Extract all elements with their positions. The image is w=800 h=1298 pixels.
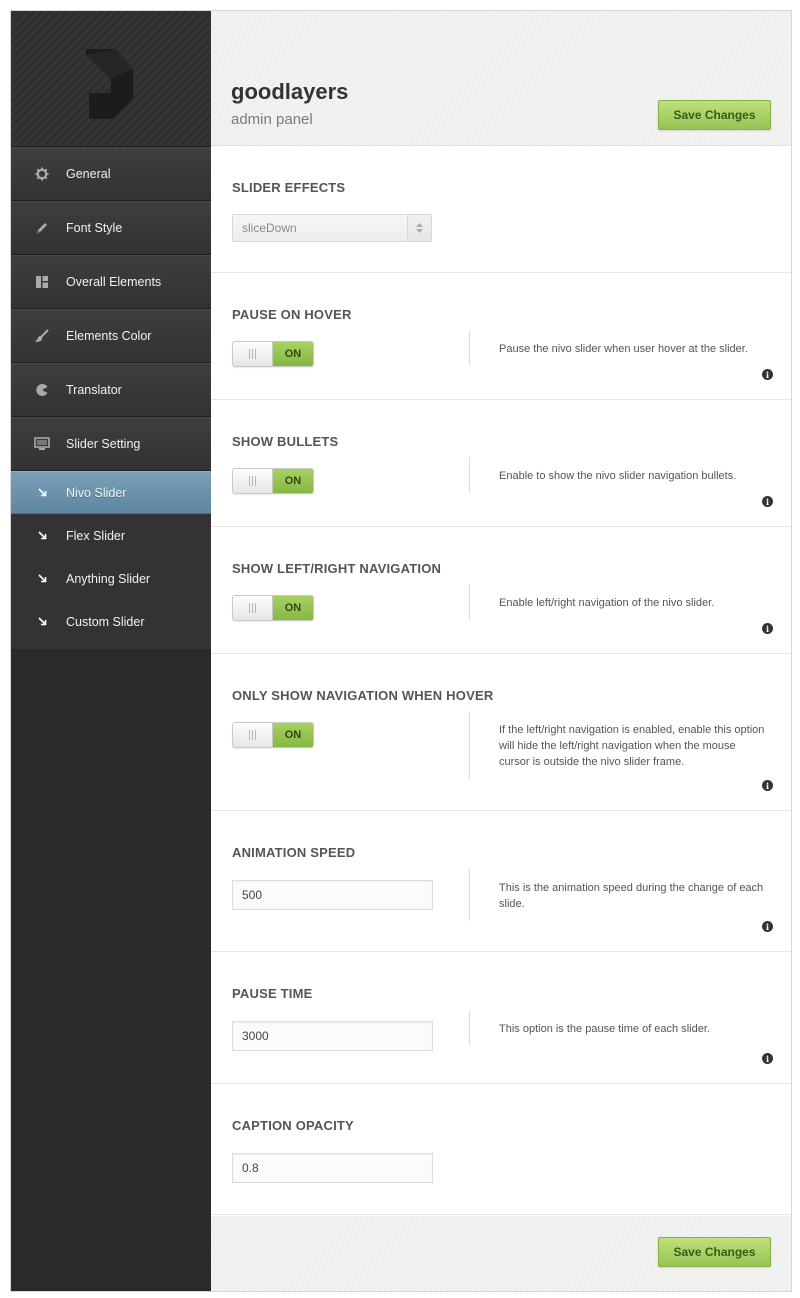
section-show-navigation: SHOW LEFT/RIGHT NAVIGATION ON Enable lef… xyxy=(211,527,791,654)
sidebar-subitem-label: Anything Slider xyxy=(66,571,151,586)
sidebar-item-label: Translator xyxy=(66,383,122,397)
info-icon[interactable]: i xyxy=(762,369,773,380)
info-icon[interactable]: i xyxy=(762,921,773,932)
section-description: Enable left/right navigation of the nivo… xyxy=(499,597,715,609)
sidebar-subitem-custom-slider[interactable]: Custom Slider xyxy=(11,600,211,643)
slider-effects-select[interactable]: sliceDown xyxy=(232,214,432,242)
toggle-on-label: ON xyxy=(273,342,313,366)
section-description: If the left/right navigation is enabled,… xyxy=(499,724,765,768)
pacman-icon xyxy=(33,381,51,399)
arrow-down-right-icon xyxy=(38,531,52,540)
sidebar-subitem-label: Flex Slider xyxy=(66,528,126,543)
pencil-icon xyxy=(33,219,51,237)
section-title: PAUSE ON HOVER xyxy=(232,307,352,322)
divider xyxy=(469,869,470,921)
slider-submenu: Nivo Slider Flex Slider Anything Slider … xyxy=(11,471,211,649)
divider xyxy=(469,1010,470,1046)
layout-icon xyxy=(33,273,51,291)
sidebar-subitem-anything-slider[interactable]: Anything Slider xyxy=(11,557,211,600)
sidebar-item-label: Slider Setting xyxy=(66,437,141,451)
sidebar-item-label: Overall Elements xyxy=(66,275,162,289)
admin-frame: General Font Style Overall Elements Elem… xyxy=(10,10,792,1292)
section-description: This option is the pause time of each sl… xyxy=(499,1023,710,1035)
section-title: ANIMATION SPEED xyxy=(232,845,356,860)
logo-area xyxy=(11,11,211,147)
sidebar-item-label: Font Style xyxy=(66,221,123,235)
section-description: Enable to show the nivo slider navigatio… xyxy=(499,470,737,482)
section-caption-opacity: CAPTION OPACITY 0.8 xyxy=(211,1084,791,1215)
section-title: CAPTION OPACITY xyxy=(232,1118,354,1133)
goodlayers-logo-icon xyxy=(86,49,133,119)
sidebar-item-elements-color[interactable]: Elements Color xyxy=(11,309,211,363)
arrow-down-right-icon xyxy=(38,617,52,626)
caption-opacity-input[interactable]: 0.8 xyxy=(232,1153,433,1183)
section-title: PAUSE TIME xyxy=(232,986,313,1001)
monitor-icon xyxy=(33,435,51,453)
arrow-down-right-icon xyxy=(38,488,52,497)
pause-on-hover-toggle[interactable]: ON xyxy=(232,341,314,367)
header: goodlayers admin panel Save Changes xyxy=(211,11,791,146)
info-icon[interactable]: i xyxy=(762,623,773,634)
section-title: SHOW LEFT/RIGHT NAVIGATION xyxy=(232,561,442,576)
divider xyxy=(469,711,470,779)
main-panel: goodlayers admin panel Save Changes SLID… xyxy=(211,11,791,1291)
sidebar-item-general[interactable]: General xyxy=(11,147,211,201)
show-bullets-toggle[interactable]: ON xyxy=(232,468,314,494)
toggle-on-label: ON xyxy=(273,596,313,620)
footer: Save Changes xyxy=(211,1216,791,1291)
sidebar-item-label: General xyxy=(66,167,111,181)
section-title: SHOW BULLETS xyxy=(232,434,339,449)
save-button-bottom[interactable]: Save Changes xyxy=(658,1237,771,1267)
info-icon[interactable]: i xyxy=(762,780,773,791)
toggle-handle xyxy=(233,723,273,747)
toggle-handle xyxy=(233,596,273,620)
section-description: Pause the nivo slider when user hover at… xyxy=(499,343,748,355)
sidebar-subitem-label: Nivo Slider xyxy=(66,485,127,500)
section-slider-effects: SLIDER EFFECTS sliceDown xyxy=(211,146,791,273)
toggle-on-label: ON xyxy=(273,469,313,493)
section-nav-when-hover: ONLY SHOW NAVIGATION WHEN HOVER ON If th… xyxy=(211,654,791,811)
arrow-down-right-icon xyxy=(38,574,52,583)
select-arrows-icon xyxy=(407,215,431,241)
sidebar-item-slider-setting[interactable]: Slider Setting xyxy=(11,417,211,471)
sidebar-subitem-flex-slider[interactable]: Flex Slider xyxy=(11,514,211,557)
brand-subtitle: admin panel xyxy=(231,111,313,128)
sidebar-item-translator[interactable]: Translator xyxy=(11,363,211,417)
show-navigation-toggle[interactable]: ON xyxy=(232,595,314,621)
toggle-handle xyxy=(233,469,273,493)
nav-when-hover-toggle[interactable]: ON xyxy=(232,722,314,748)
section-description: This is the animation speed during the c… xyxy=(499,882,764,910)
toggle-on-label: ON xyxy=(273,723,313,747)
gear-icon xyxy=(33,165,51,183)
sidebar-item-font-style[interactable]: Font Style xyxy=(11,201,211,255)
sidebar: General Font Style Overall Elements Elem… xyxy=(11,11,211,1291)
save-button-top[interactable]: Save Changes xyxy=(658,100,771,130)
section-title: SLIDER EFFECTS xyxy=(232,180,346,195)
divider xyxy=(469,584,470,620)
brush-icon xyxy=(33,327,51,345)
section-title: ONLY SHOW NAVIGATION WHEN HOVER xyxy=(232,688,494,703)
divider xyxy=(469,330,470,366)
divider xyxy=(469,457,470,493)
info-icon[interactable]: i xyxy=(762,1053,773,1064)
animation-speed-input[interactable]: 500 xyxy=(232,880,433,910)
section-pause-on-hover: PAUSE ON HOVER ON Pause the nivo slider … xyxy=(211,273,791,400)
sidebar-item-overall-elements[interactable]: Overall Elements xyxy=(11,255,211,309)
select-value: sliceDown xyxy=(242,221,297,235)
section-pause-time: PAUSE TIME 3000 This option is the pause… xyxy=(211,952,791,1084)
sidebar-subitem-nivo-slider[interactable]: Nivo Slider xyxy=(11,471,211,514)
toggle-handle xyxy=(233,342,273,366)
section-show-bullets: SHOW BULLETS ON Enable to show the nivo … xyxy=(211,400,791,527)
pause-time-input[interactable]: 3000 xyxy=(232,1021,433,1051)
section-animation-speed: ANIMATION SPEED 500 This is the animatio… xyxy=(211,811,791,952)
sidebar-subitem-label: Custom Slider xyxy=(66,614,145,629)
brand-name: goodlayers xyxy=(231,79,349,104)
sidebar-item-label: Elements Color xyxy=(66,329,152,343)
info-icon[interactable]: i xyxy=(762,496,773,507)
